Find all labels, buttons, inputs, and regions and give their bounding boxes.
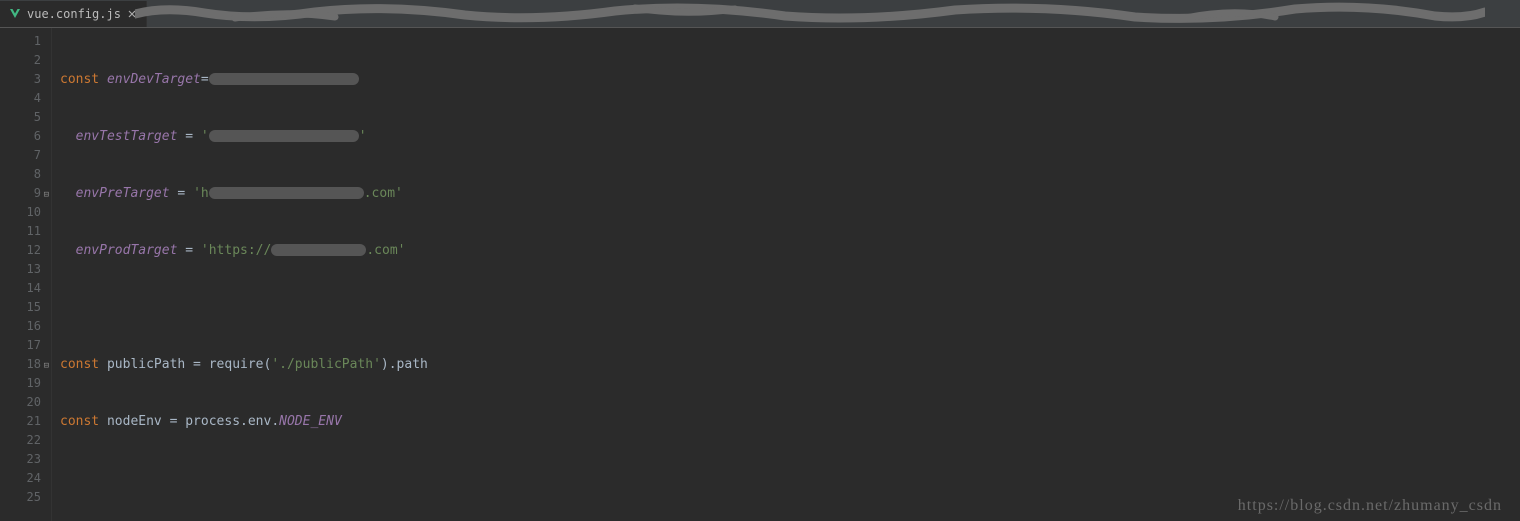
line-number: 14 <box>0 279 41 298</box>
line-number: 17 <box>0 336 41 355</box>
line-number: 21 <box>0 412 41 431</box>
line-number: 4 <box>0 89 41 108</box>
line-number: 3 <box>0 70 41 89</box>
line-number: 5 <box>0 108 41 127</box>
line-number: 6 <box>0 127 41 146</box>
line-number: 20 <box>0 393 41 412</box>
line-number: 9⊟ <box>0 184 41 203</box>
line-number: 25 <box>0 488 41 507</box>
line-number: 22 <box>0 431 41 450</box>
line-number: 19 <box>0 374 41 393</box>
fold-icon[interactable]: ⊟ <box>41 186 49 194</box>
line-number: 1 <box>0 32 41 51</box>
line-number: 10 <box>0 203 41 222</box>
line-number: 2 <box>0 51 41 70</box>
line-number: 23 <box>0 450 41 469</box>
line-number: 15 <box>0 298 41 317</box>
line-number: 13 <box>0 260 41 279</box>
redaction-scribble <box>135 2 1485 24</box>
line-number: 12 <box>0 241 41 260</box>
code-area[interactable]: const envDevTarget= envTestTarget = '' e… <box>52 28 1520 521</box>
line-number: 8 <box>0 165 41 184</box>
tab-bar: vue.config.js <box>0 0 1520 28</box>
line-number: 16 <box>0 317 41 336</box>
line-number: 18⊟ <box>0 355 41 374</box>
tab-label: vue.config.js <box>27 7 121 21</box>
tab-vue-config[interactable]: vue.config.js <box>0 1 147 27</box>
line-number: 24 <box>0 469 41 488</box>
fold-icon[interactable]: ⊟ <box>41 357 49 365</box>
line-gutter: 1 2 3 4 5 6 7 8 9⊟ 10 11 12 13 14 15 16 … <box>0 28 52 521</box>
editor[interactable]: 1 2 3 4 5 6 7 8 9⊟ 10 11 12 13 14 15 16 … <box>0 28 1520 521</box>
line-number: 7 <box>0 146 41 165</box>
vue-file-icon <box>8 7 22 21</box>
close-icon[interactable] <box>126 8 138 20</box>
line-number: 11 <box>0 222 41 241</box>
